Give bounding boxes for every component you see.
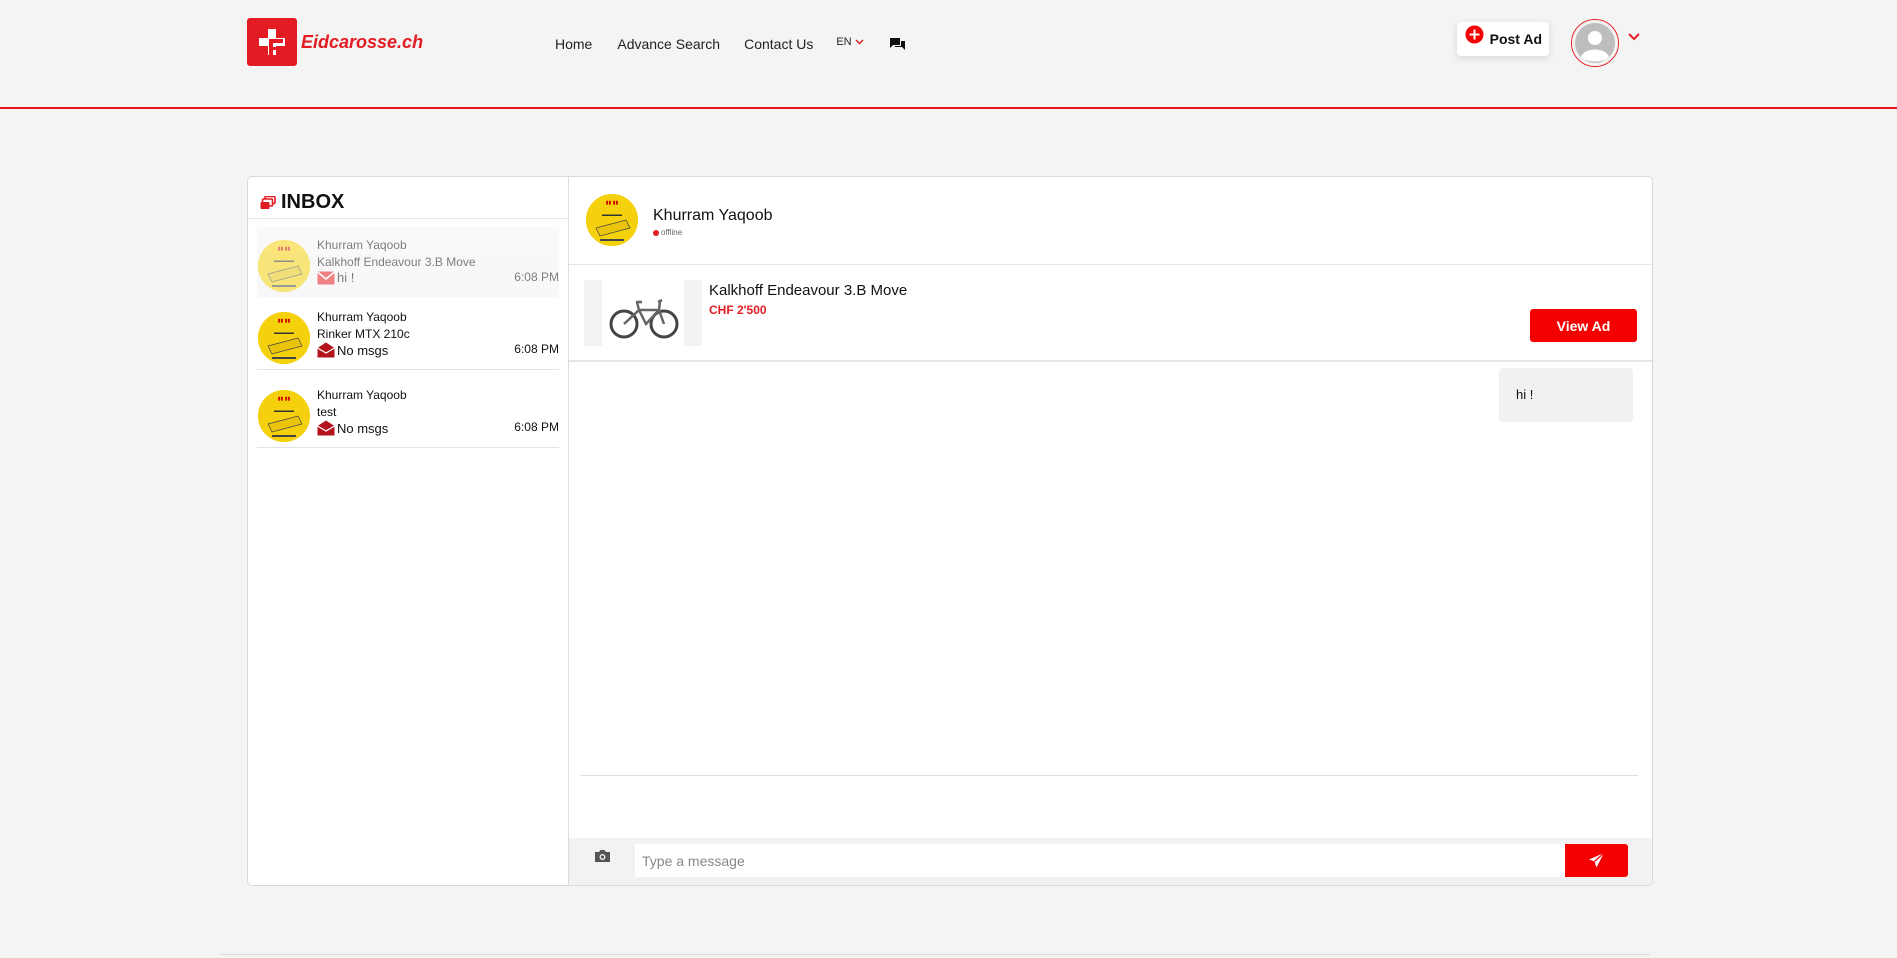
message-input[interactable] (635, 844, 1565, 877)
contact-name: Khurram Yaqoob (317, 310, 407, 324)
ad-title: Kalkhoff Endeavour 3.B Move (709, 282, 908, 299)
svg-text:▮▮ ▮▮: ▮▮ ▮▮ (606, 200, 619, 206)
site-name: Eidcarosse.ch (301, 31, 424, 52)
last-message: No msgs (317, 420, 388, 436)
status-text: offline (661, 228, 683, 237)
last-message: No msgs (317, 342, 388, 358)
main-nav: Home Advance Search Contact Us EN (555, 36, 906, 52)
language-selector[interactable]: EN (836, 36, 864, 48)
chevron-down-icon (855, 39, 864, 45)
site-logo[interactable]: Eidcarosse.ch (247, 18, 423, 66)
ad-thumbnail (584, 280, 702, 346)
svg-text:▮▮ ▮▮: ▮▮ ▮▮ (278, 246, 291, 252)
contact-avatar: ▮▮ ▮▮ ▬▬▬▬ (258, 240, 310, 292)
swiss-cross-logo-icon (247, 18, 297, 66)
contact-avatar: ▮▮ ▮▮ ▬▬▬▬ (586, 194, 638, 246)
contact-avatar: ▮▮ ▮▮ ▬▬▬▬ (258, 312, 310, 364)
nav-home[interactable]: Home (555, 36, 592, 52)
user-avatar-icon (1572, 20, 1618, 66)
contact-name: Khurram Yaqoob (317, 388, 407, 402)
envelope-icon (317, 270, 335, 284)
inbox-sidebar: INBOX ▮▮ ▮▮ ▬▬▬▬ Khurram Yaqoob Kalkhoff… (248, 177, 569, 885)
divider (580, 775, 1638, 776)
chevron-down-icon[interactable] (1628, 33, 1640, 41)
ad-title: test (317, 405, 337, 419)
envelope-open-icon (317, 420, 335, 436)
message-time: 6:08 PM (514, 270, 559, 284)
svg-text:▮▮ ▮▮: ▮▮ ▮▮ (278, 318, 291, 324)
nav-advance-search[interactable]: Advance Search (617, 36, 720, 52)
language-label: EN (836, 36, 852, 48)
message-time: 6:08 PM (514, 420, 559, 434)
divider (248, 218, 568, 219)
last-message-text: hi ! (337, 270, 355, 285)
contact-avatar: ▮▮ ▮▮ ▬▬▬▬ (258, 390, 310, 442)
ad-title: Rinker MTX 210c (317, 327, 410, 341)
svg-text:▮▮ ▮▮: ▮▮ ▮▮ (278, 396, 291, 402)
chat-header: ▮▮ ▮▮ ▬▬▬▬ Khurram Yaqoob offline (569, 177, 1652, 265)
svg-text:▬▬▬▬: ▬▬▬▬ (274, 258, 294, 264)
contact-name: Khurram Yaqoob (317, 238, 407, 252)
ad-title: Kalkhoff Endeavour 3.B Move (317, 255, 476, 269)
post-ad-button[interactable]: Post Ad (1457, 22, 1549, 56)
ad-summary: Kalkhoff Endeavour 3.B Move CHF 2'500 Vi… (569, 265, 1652, 362)
last-message-text: No msgs (337, 420, 389, 436)
post-ad-label: Post Ad (1489, 31, 1542, 47)
inbox-icon (260, 195, 276, 209)
inbox-title: INBOX (281, 191, 345, 213)
conversation-item[interactable]: ▮▮ ▮▮ ▬▬▬▬ Khurram Yaqoob Rinker MTX 210… (257, 299, 559, 370)
status-dot-icon (653, 229, 659, 236)
ad-price: CHF 2'500 (709, 303, 767, 317)
last-message: hi ! (317, 270, 354, 285)
site-header: Eidcarosse.ch Home Advance Search Contac… (0, 0, 1897, 109)
svg-text:▬▬▬▬: ▬▬▬▬ (602, 212, 622, 218)
camera-icon[interactable] (594, 849, 611, 863)
message-time: 6:08 PM (514, 342, 559, 356)
conversation-item[interactable]: ▮▮ ▮▮ ▬▬▬▬ Khurram Yaqoob Kalkhoff Endea… (257, 227, 559, 297)
footer-divider (220, 954, 1650, 955)
online-status: offline (653, 228, 682, 237)
conversation-item[interactable]: ▮▮ ▮▮ ▬▬▬▬ Khurram Yaqoob test No msgs 6… (257, 377, 559, 448)
plus-circle-icon (1465, 25, 1484, 44)
inbox-header: INBOX (260, 191, 344, 214)
chat-icon[interactable] (889, 37, 906, 51)
chat-area: ▮▮ ▮▮ ▬▬▬▬ Khurram Yaqoob offline Kalkho… (569, 177, 1652, 885)
message-bubble: hi ! (1499, 368, 1633, 422)
contact-name: Khurram Yaqoob (653, 207, 773, 224)
envelope-open-icon (317, 342, 335, 358)
svg-text:▬▬▬▬: ▬▬▬▬ (274, 408, 294, 414)
last-message-text: No msgs (337, 342, 389, 358)
user-avatar[interactable] (1571, 19, 1619, 67)
paper-plane-icon (1589, 852, 1605, 868)
send-button[interactable] (1565, 844, 1628, 877)
view-ad-button[interactable]: View Ad (1530, 309, 1637, 342)
nav-contact-us[interactable]: Contact Us (744, 36, 813, 52)
message-composer (569, 838, 1652, 885)
messages-panel: INBOX ▮▮ ▮▮ ▬▬▬▬ Khurram Yaqoob Kalkhoff… (247, 176, 1653, 886)
message-text: hi ! (1516, 387, 1534, 402)
svg-text:▬▬▬▬: ▬▬▬▬ (274, 330, 294, 336)
